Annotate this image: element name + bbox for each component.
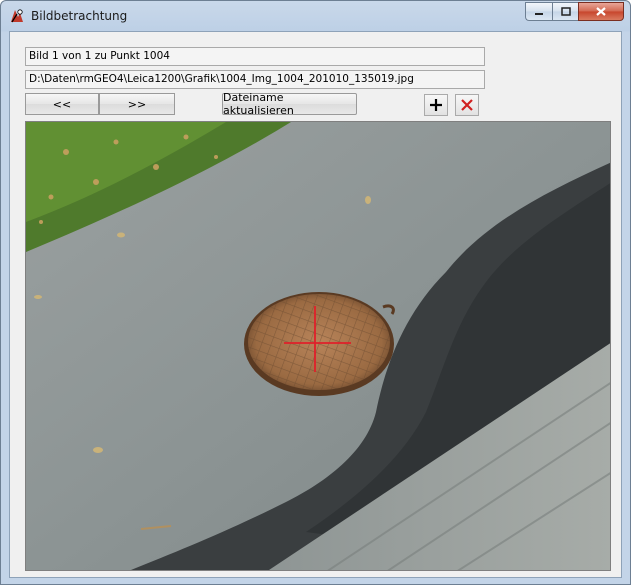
close-icon [596,7,606,16]
photo-view[interactable] [25,121,611,571]
client-area: Bild 1 von 1 zu Punkt 1004 D:\Daten\rmGE… [9,31,622,578]
next-button[interactable]: >> [99,93,175,115]
plus-icon [430,99,442,111]
window-title: Bildbetrachtung [31,9,128,23]
app-icon [11,9,23,23]
maximize-button[interactable] [552,2,578,21]
minimize-button[interactable] [525,2,552,21]
refresh-filename-button[interactable]: Dateiname aktualisieren [222,91,357,117]
caption-buttons [525,2,624,22]
add-image-button[interactable] [424,94,448,116]
minimize-icon [535,12,543,15]
title-bar[interactable]: Bildbetrachtung [1,1,630,31]
close-button[interactable] [578,2,624,21]
file-path-field[interactable]: D:\Daten\rmGEO4\Leica1200\Grafik\1004_Im… [25,70,485,89]
delete-image-button[interactable] [455,94,479,116]
image-counter-field[interactable]: Bild 1 von 1 zu Punkt 1004 [25,47,485,66]
image-viewer-window: Bildbetrachtung Bild 1 von 1 zu Punkt 10… [0,0,631,585]
maximize-icon [560,7,571,16]
manhole-photo [26,122,610,570]
previous-button[interactable]: << [25,93,99,115]
red-x-icon [461,99,473,111]
